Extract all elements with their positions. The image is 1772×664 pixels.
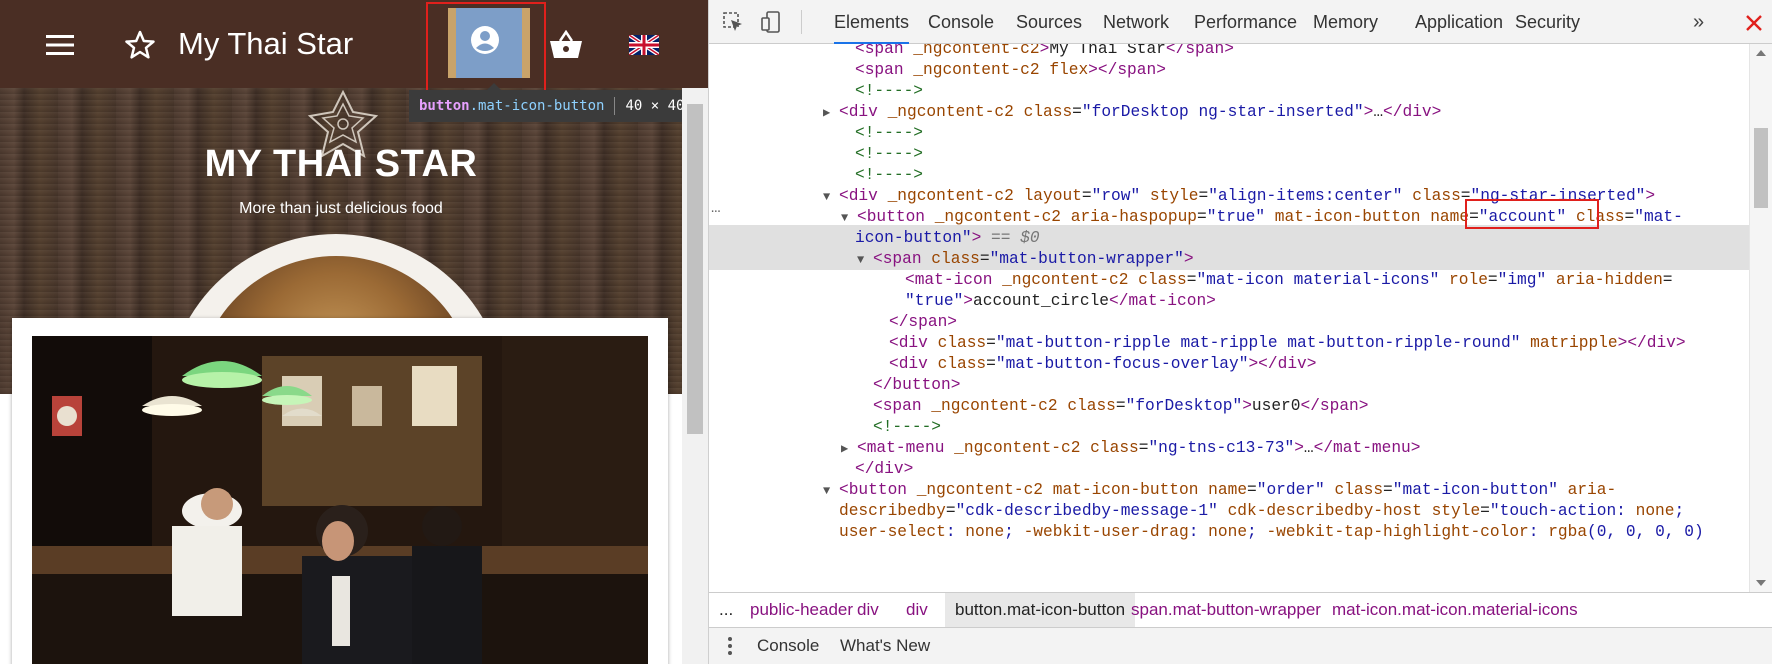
app-scrollbar[interactable] — [682, 88, 708, 664]
collapse-triangle-icon[interactable]: ▼ — [857, 249, 873, 271]
drawer-tab-console[interactable]: Console — [757, 628, 819, 664]
device-toolbar-button[interactable] — [759, 10, 783, 34]
tab-security[interactable]: Security — [1515, 0, 1580, 44]
dom-line[interactable]: ▶ <div _ngcontent-c2 class="forDesktop ng… — [823, 101, 1441, 123]
dom-line[interactable]: <div class="mat-button-ripple mat-ripple… — [889, 332, 1686, 354]
expand-triangle-icon[interactable]: ▶ — [841, 438, 857, 460]
dom-line[interactable]: ▼ <span class="mat-button-wrapper"> — [857, 248, 1194, 270]
dom-line[interactable]: user-select: none; -webkit-user-drag: no… — [839, 521, 1704, 543]
breadcrumb-item[interactable]: div — [857, 593, 879, 627]
app-toolbar: My Thai Star — [0, 0, 708, 92]
restaurant-photo — [32, 336, 648, 664]
app-viewport: MY THAI STAR More than just delicious fo… — [0, 0, 708, 664]
dom-line[interactable]: ▶ <mat-menu _ngcontent-c2 class="ng-tns-c… — [841, 437, 1421, 459]
dom-line[interactable]: describedby="cdk-describedby-message-1" … — [839, 500, 1684, 522]
devtools-tabbar: Elements Console Sources Network Performance… — [709, 0, 1772, 44]
dom-line[interactable]: "true">account_circle</mat-icon> — [905, 290, 1216, 312]
menu-icon — [46, 35, 74, 55]
language-button[interactable] — [624, 25, 664, 65]
device-toolbar-icon — [761, 11, 780, 33]
inspect-icon — [723, 12, 742, 31]
kebab-menu-icon[interactable] — [727, 636, 733, 656]
restaurant-photo-illustration — [32, 336, 648, 664]
content-card — [12, 318, 668, 664]
tooltip-tag: button — [419, 98, 470, 114]
dom-line[interactable]: <span _ngcontent-c2 flex></span> — [855, 59, 1166, 81]
tab-performance[interactable]: Performance — [1194, 0, 1297, 44]
uk-flag-icon — [629, 35, 659, 55]
app-scrollbar-thumb[interactable] — [687, 104, 703, 434]
tab-application[interactable]: Application — [1415, 0, 1503, 44]
name-attribute-highlight-box — [1465, 199, 1599, 229]
dom-line[interactable]: </div> — [855, 458, 913, 480]
dom-line[interactable]: <mat-icon _ngcontent-c2 class="mat-icon … — [905, 269, 1673, 291]
dom-line[interactable]: <!----> — [873, 416, 941, 438]
dom-line[interactable]: <!----> — [855, 122, 923, 144]
scroll-down-arrow-icon[interactable] — [1756, 580, 1766, 586]
devtools-drawer: Console What's New — [709, 628, 1772, 664]
elements-breadcrumb: ... public-header div div button.mat-icon-bu… — [709, 592, 1772, 628]
inspect-element-button[interactable] — [721, 10, 745, 34]
tooltip-size: 40 × 40 — [625, 98, 685, 114]
dom-line[interactable]: <div class="mat-button-focus-overlay"></… — [889, 353, 1316, 375]
breadcrumb-item[interactable]: div — [906, 593, 928, 627]
close-icon[interactable] — [1743, 12, 1765, 34]
breadcrumb-item[interactable]: span.mat-button-wrapper — [1131, 593, 1321, 627]
basket-icon — [550, 30, 582, 58]
drawer-tab-what-s-new[interactable]: What's New — [840, 628, 930, 664]
scroll-up-arrow-icon[interactable] — [1756, 50, 1766, 56]
tab-elements[interactable]: Elements — [834, 0, 910, 44]
menu-button[interactable] — [40, 25, 80, 65]
dom-line[interactable]: ▼ <button _ngcontent-c2 mat-icon-button n… — [823, 479, 1616, 501]
breadcrumb-item[interactable]: public-header — [750, 593, 853, 627]
breadcrumb-item[interactable]: button.mat-icon-button — [945, 593, 1136, 627]
dom-line[interactable]: </span> — [889, 311, 957, 333]
expand-triangle-icon[interactable]: ▶ — [823, 102, 839, 124]
dom-tree-scrollbar[interactable] — [1749, 44, 1772, 592]
app-title[interactable]: My Thai Star — [178, 24, 353, 64]
dom-line[interactable]: <span _ngcontent-c2 class="forDesktop">u… — [873, 395, 1369, 417]
hero-title: MY THAI STAR — [204, 143, 478, 185]
basket-button[interactable] — [546, 25, 586, 65]
dom-line[interactable]: <!----> — [855, 164, 923, 186]
star-icon — [125, 30, 155, 59]
dom-line[interactable]: </button> — [873, 374, 960, 396]
tab-network[interactable]: Network — [1103, 0, 1169, 44]
tooltip-class: .mat-icon-button — [469, 98, 605, 114]
toolbar-separator — [801, 10, 802, 34]
account-highlight-box — [426, 2, 546, 92]
hero-subtitle: More than just delicious food — [239, 200, 443, 217]
dom-line[interactable]: <!----> — [855, 80, 923, 102]
elements-dom-tree[interactable]: <span _ngcontent-c2>My Thai Star</span> <… — [709, 44, 1749, 592]
tab-sources[interactable]: Sources — [1016, 0, 1082, 44]
home-star-button[interactable] — [120, 25, 160, 65]
collapse-triangle-icon[interactable]: ▼ — [841, 207, 857, 229]
tooltip-separator — [614, 97, 616, 115]
dom-tree-scrollbar-thumb[interactable] — [1754, 128, 1768, 208]
breadcrumb-overflow[interactable]: ... — [719, 593, 733, 627]
inspect-tooltip: button .mat-icon-button 40 × 40 — [409, 83, 695, 122]
dom-line[interactable]: icon-button"> == $0 — [855, 227, 1040, 249]
more-tabs-button[interactable]: » — [1693, 0, 1704, 44]
devtools-panel: Elements Console Sources Network Performance… — [709, 0, 1772, 664]
dom-line[interactable]: <!----> — [855, 143, 923, 165]
node-actions-ellipsis[interactable]: … — [711, 199, 721, 217]
collapse-triangle-icon[interactable]: ▼ — [823, 186, 839, 208]
breadcrumb-item[interactable]: mat-icon.mat-icon.material-icons — [1332, 593, 1578, 627]
tab-console[interactable]: Console — [928, 0, 994, 44]
tab-memory[interactable]: Memory — [1313, 0, 1378, 44]
dom-line[interactable]: <span _ngcontent-c2>My Thai Star</span> — [855, 44, 1234, 60]
collapse-triangle-icon[interactable]: ▼ — [823, 480, 839, 502]
